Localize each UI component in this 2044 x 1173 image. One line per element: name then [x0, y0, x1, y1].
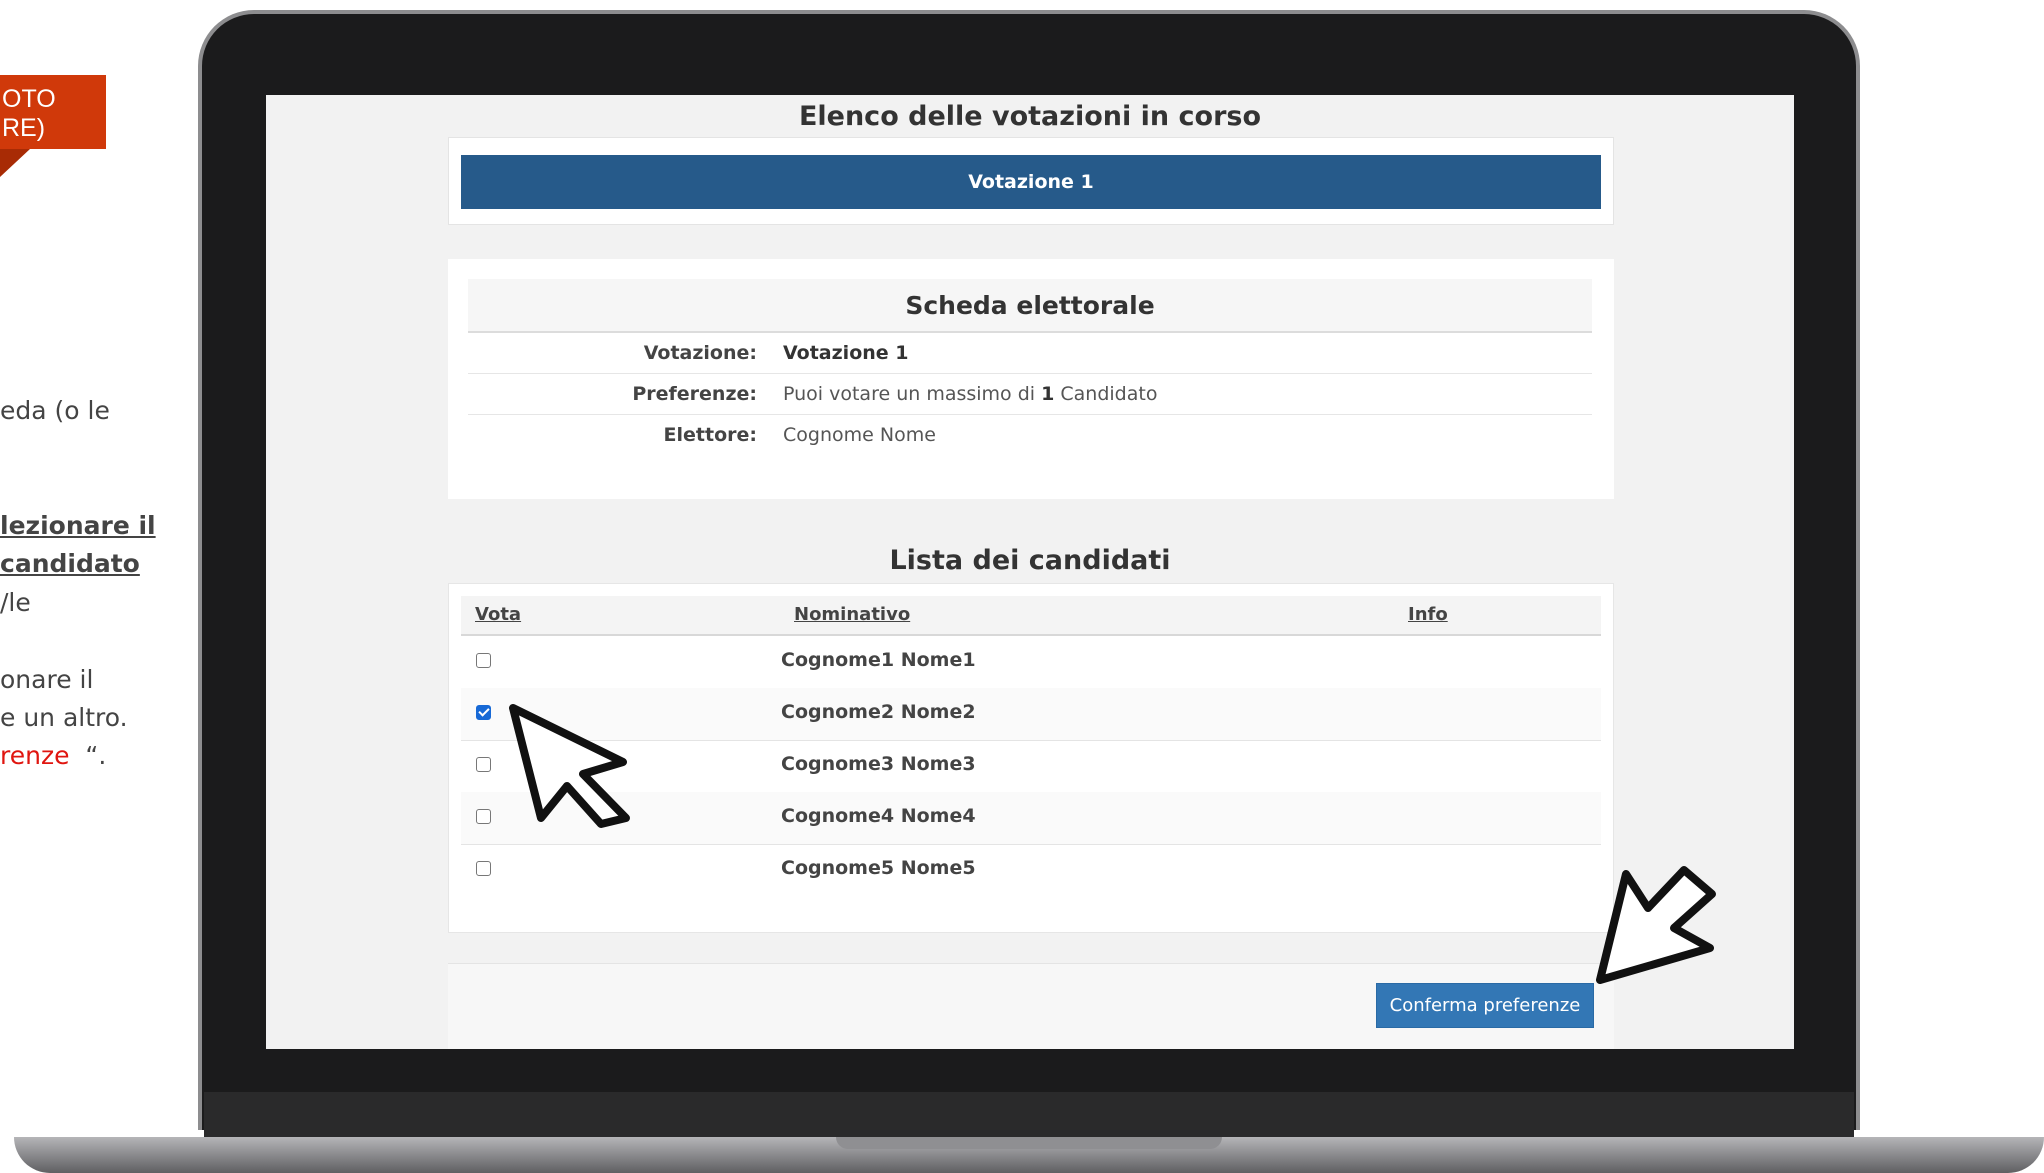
vote-checkbox[interactable] [476, 861, 491, 876]
confirm-preferences-button[interactable]: Conferma preferenze [1376, 983, 1594, 1028]
vote-checkbox[interactable] [476, 757, 491, 772]
instruction-line: /le [0, 588, 31, 617]
instruction-highlight: renze [0, 741, 70, 770]
info-value: Puoi votare un massimo di 1 Candidato [783, 383, 1158, 405]
instruction-line: e un altro. [0, 703, 128, 732]
vote-checkbox[interactable] [476, 653, 491, 668]
ballot-info-row: Elettore: Cognome Nome [468, 415, 1592, 455]
tag-line-2: RE) [2, 114, 46, 142]
table-row: Cognome5 Nome5 [461, 844, 1601, 896]
info-value: Cognome Nome [783, 424, 936, 446]
voting-list-panel: Votazione 1 [448, 137, 1614, 225]
candidates-title: Lista dei candidati [889, 545, 1171, 576]
candidate-name: Cognome3 Nome3 [781, 753, 976, 775]
vote-checkbox[interactable] [476, 705, 491, 720]
table-row: Cognome1 Nome1 [461, 636, 1601, 689]
laptop-screen: Elenco delle votazioni in corso Votazion… [266, 95, 1794, 1049]
column-header-info[interactable]: Info [1408, 604, 1448, 625]
ballot-panel: Scheda elettorale Votazione: Votazione 1… [448, 259, 1614, 499]
voting-item-button[interactable]: Votazione 1 [461, 155, 1601, 209]
tag-tail [0, 149, 30, 177]
instruction-bold-line: lezionare il [0, 511, 156, 540]
table-header: Vota Nominativo Info [461, 596, 1601, 636]
instruction-line-end: “. [69, 741, 107, 770]
arrow-cursor-icon [1596, 866, 1716, 984]
candidate-name: Cognome5 Nome5 [781, 857, 976, 879]
instruction-line: eda (o le [0, 396, 110, 425]
tag-line-1: OTO [2, 85, 56, 113]
instruction-bold-line: candidato [0, 549, 140, 578]
candidate-name: Cognome4 Nome4 [781, 805, 976, 827]
info-value: Votazione 1 [783, 342, 909, 364]
column-header-nominativo[interactable]: Nominativo [794, 604, 910, 625]
info-label: Preferenze: [632, 383, 757, 405]
ballot-info-row: Votazione: Votazione 1 [468, 333, 1592, 374]
column-header-vota[interactable]: Vota [475, 604, 521, 625]
page-title: Elenco delle votazioni in corso [798, 101, 1262, 132]
candidate-name: Cognome1 Nome1 [781, 649, 976, 671]
ballot-info-row: Preferenze: Puoi votare un massimo di 1 … [468, 374, 1592, 415]
instruction-line: renze “. [0, 741, 106, 770]
laptop-hinge [204, 1092, 1854, 1137]
laptop-notch [836, 1137, 1222, 1149]
info-label: Elettore: [663, 424, 757, 446]
arrow-cursor-icon [509, 704, 630, 828]
ballot-title: Scheda elettorale [468, 279, 1592, 333]
instruction-tag: OTO RE) [0, 75, 106, 149]
info-label: Votazione: [643, 342, 757, 364]
instruction-line: onare il [0, 665, 94, 694]
vote-checkbox[interactable] [476, 809, 491, 824]
candidate-name: Cognome2 Nome2 [781, 701, 976, 723]
